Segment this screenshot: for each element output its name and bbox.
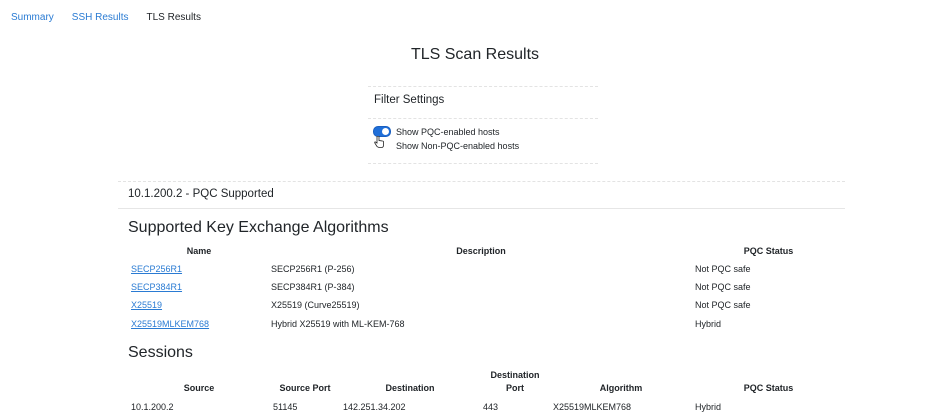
kex-description: SECP256R1 (P-256)	[271, 264, 355, 274]
hand-cursor-icon	[374, 136, 384, 148]
sessions-header-algorithm: Algorithm	[599, 383, 643, 393]
pqc-enabled-label: Show PQC-enabled hosts	[396, 126, 500, 137]
filter-option-pqc: Show PQC-enabled hosts	[373, 126, 500, 137]
toggle-knob	[382, 128, 389, 135]
tab-ssh-results[interactable]: SSH Results	[63, 12, 138, 23]
session-destination: 142.251.34.202	[343, 402, 406, 412]
kex-description: Hybrid X25519 with ML-KEM-768	[271, 319, 405, 329]
filter-settings-card: Filter Settings Show PQC-enabled hosts S…	[368, 86, 598, 164]
page-title: TLS Scan Results	[410, 46, 540, 63]
tab-summary[interactable]: Summary	[0, 12, 63, 23]
filter-settings-title: Filter Settings	[374, 94, 445, 106]
filter-option-non-pqc[interactable]: Show Non-PQC-enabled hosts	[396, 141, 519, 151]
session-algorithm: X25519MLKEM768	[553, 402, 632, 412]
kex-header-pqc-status: PQC Status	[743, 246, 794, 256]
kex-name-link[interactable]: X25519MLKEM768	[131, 319, 209, 329]
sessions-section-title: Sessions	[128, 344, 193, 361]
kex-pqc-status: Not PQC safe	[695, 282, 751, 292]
kex-pqc-status: Not PQC safe	[695, 264, 751, 274]
divider	[368, 118, 598, 119]
session-destination-port: 443	[483, 402, 499, 412]
kex-description: SECP384R1 (P-384)	[271, 282, 355, 292]
kex-pqc-status: Not PQC safe	[695, 300, 751, 310]
sessions-header-destination-port-line2: Port	[506, 383, 524, 393]
kex-header-description: Description	[456, 246, 506, 256]
nav-tabs: Summary SSH Results TLS Results	[0, 0, 210, 34]
kex-name-link[interactable]: SECP384R1	[131, 282, 182, 292]
kex-header-name: Name	[186, 246, 212, 256]
sessions-header-destination-port-line1: Destination	[490, 370, 540, 380]
host-header: 10.1.200.2 - PQC Supported	[118, 181, 845, 209]
session-source-port: 51145	[273, 402, 298, 412]
session-source: 10.1.200.2	[131, 402, 174, 412]
kex-name-link[interactable]: SECP256R1	[131, 264, 182, 274]
sessions-header-destination: Destination	[385, 383, 435, 393]
sessions-header-source-port: Source Port	[279, 383, 331, 393]
sessions-header-source: Source	[183, 383, 215, 393]
kex-name-link[interactable]: X25519	[131, 300, 162, 310]
kex-section-title: Supported Key Exchange Algorithms	[128, 219, 389, 236]
session-pqc-status: Hybrid	[695, 402, 722, 412]
sessions-header-pqc-status: PQC Status	[743, 383, 794, 393]
kex-pqc-status: Hybrid	[695, 319, 722, 329]
kex-description: X25519 (Curve25519)	[271, 300, 360, 310]
non-pqc-enabled-label: Show Non-PQC-enabled hosts	[396, 141, 520, 151]
tab-tls-results[interactable]: TLS Results	[137, 12, 209, 23]
host-title: 10.1.200.2 - PQC Supported	[128, 188, 274, 200]
